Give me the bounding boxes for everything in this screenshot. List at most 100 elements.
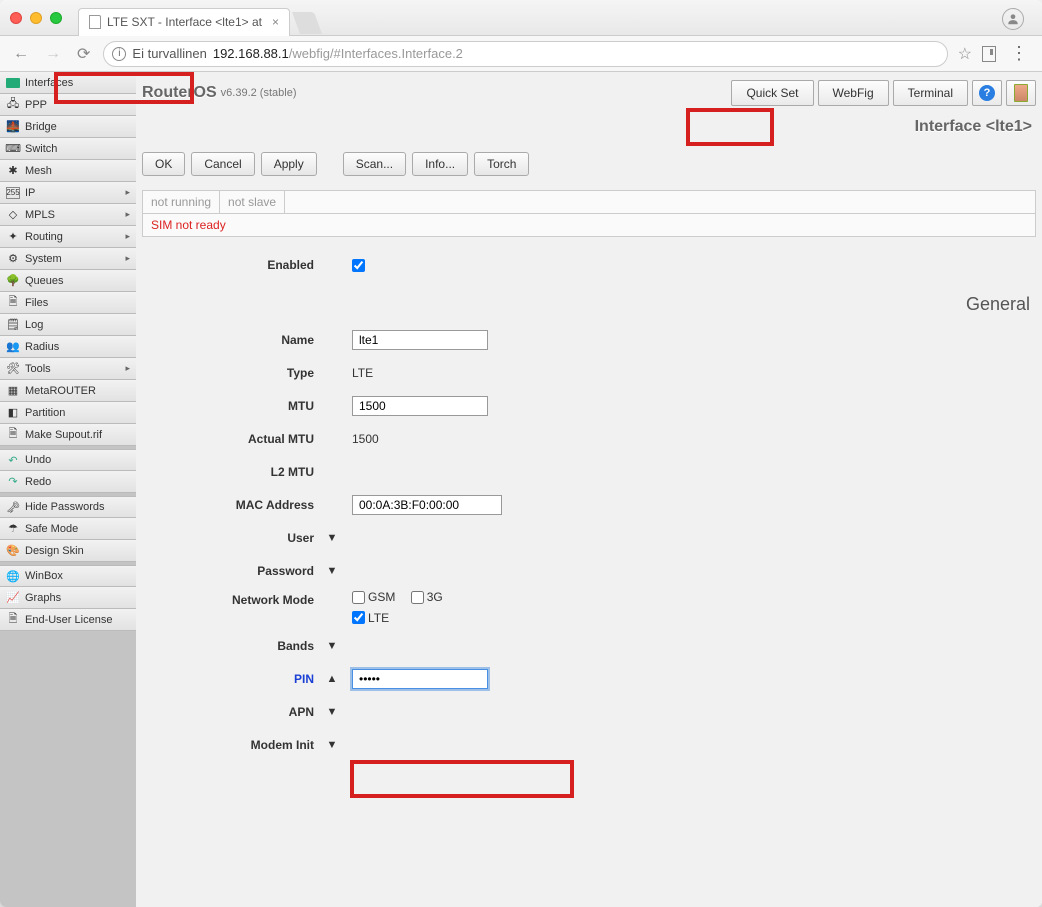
sidebar-item-routing[interactable]: ✦ Routing ▸ (0, 226, 136, 248)
pin-input[interactable] (352, 669, 488, 689)
submenu-arrow-icon: ▸ (125, 231, 130, 242)
main-panel: RouterOS v6.39.2 (stable) Quick Set WebF… (136, 72, 1042, 907)
sidebar-item-license[interactable]: 🗎 End-User License (0, 609, 136, 631)
back-button[interactable]: ← (10, 45, 32, 63)
profile-avatar-icon[interactable] (1002, 8, 1024, 30)
window-minimize-button[interactable] (30, 12, 42, 24)
sidebar-item-metarouter[interactable]: ▦ MetaROUTER (0, 380, 136, 402)
sidebar-item-label: PPP (25, 99, 47, 111)
supout-icon: 🗎 (6, 429, 20, 441)
expand-caret-icon[interactable]: ▼ (322, 706, 342, 718)
sidebar-item-label: Graphs (25, 592, 61, 604)
terminal-button[interactable]: Terminal (893, 80, 968, 106)
sidebar-item-supout[interactable]: 🗎 Make Supout.rif (0, 424, 136, 446)
page-title: Interface <lte1> (142, 112, 1036, 146)
sidebar-item-graphs[interactable]: 📈 Graphs (0, 587, 136, 609)
mtu-input[interactable] (352, 396, 488, 416)
logout-button[interactable] (1006, 80, 1036, 106)
quickset-button[interactable]: Quick Set (731, 80, 813, 106)
tab-close-icon[interactable]: × (272, 15, 279, 29)
sidebar-item-design-skin[interactable]: 🎨 Design Skin (0, 540, 136, 562)
scan-button[interactable]: Scan... (343, 152, 406, 176)
new-tab-button[interactable] (292, 12, 322, 34)
expand-caret-icon[interactable]: ▼ (322, 640, 342, 652)
sidebar-item-ip[interactable]: 255 IP ▸ (0, 182, 136, 204)
sidebar-item-label: Radius (25, 341, 59, 353)
info-button[interactable]: Info... (412, 152, 468, 176)
browser-tab[interactable]: LTE SXT - Interface <lte1> at × (78, 8, 290, 36)
undo-icon: ↶ (6, 454, 20, 466)
design-skin-icon: 🎨 (6, 545, 20, 557)
sidebar-item-safe-mode[interactable]: ☂ Safe Mode (0, 518, 136, 540)
sidebar-item-interfaces[interactable]: Interfaces (0, 72, 136, 94)
window-close-button[interactable] (10, 12, 22, 24)
ok-button[interactable]: OK (142, 152, 185, 176)
netmode-3g-label: 3G (427, 590, 443, 604)
forward-button[interactable]: → (42, 45, 64, 63)
help-button[interactable]: ? (972, 80, 1002, 106)
url-host: 192.168.88.1 (213, 46, 289, 61)
sidebar-item-hide-passwords[interactable]: 🗝 Hide Passwords (0, 496, 136, 518)
sidebar-item-ppp[interactable]: 🖧 PPP (0, 94, 136, 116)
tab-title: LTE SXT - Interface <lte1> at (107, 15, 262, 29)
sidebar-item-switch[interactable]: ⌨ Switch (0, 138, 136, 160)
netmode-gsm-checkbox[interactable] (352, 591, 365, 604)
sidebar-item-radius[interactable]: 👥 Radius (0, 336, 136, 358)
sidebar-item-label: Mesh (25, 165, 52, 177)
expand-caret-icon[interactable]: ▼ (322, 739, 342, 751)
torch-button[interactable]: Torch (474, 152, 529, 176)
netmode-3g-checkbox[interactable] (411, 591, 424, 604)
header-row: RouterOS v6.39.2 (stable) Quick Set WebF… (142, 78, 1036, 108)
reading-list-icon[interactable] (982, 46, 996, 62)
sidebar-item-mesh[interactable]: ✱ Mesh (0, 160, 136, 182)
sidebar-item-label: Make Supout.rif (25, 429, 102, 441)
site-info-icon[interactable]: i (112, 47, 126, 61)
sidebar-item-files[interactable]: 🗎 Files (0, 292, 136, 314)
cancel-button[interactable]: Cancel (191, 152, 254, 176)
sidebar-item-log[interactable]: 🗒 Log (0, 314, 136, 336)
status-running: not running (143, 191, 220, 213)
winbox-icon: 🌐 (6, 570, 20, 582)
actual-mtu-value: 1500 (342, 432, 379, 446)
sidebar-item-undo[interactable]: ↶ Undo (0, 449, 136, 471)
system-icon: ⚙ (6, 253, 20, 265)
bookmark-star-icon[interactable]: ☆ (958, 44, 972, 64)
sidebar-item-bridge[interactable]: 🌉 Bridge (0, 116, 136, 138)
security-label: Ei turvallinen (132, 46, 206, 61)
browser-menu-icon[interactable]: ⋮ (1006, 43, 1032, 64)
radius-icon: 👥 (6, 341, 20, 353)
window-maximize-button[interactable] (50, 12, 62, 24)
l2mtu-label: L2 MTU (142, 465, 322, 479)
expand-caret-icon[interactable]: ▼ (322, 565, 342, 577)
help-icon: ? (979, 85, 995, 101)
sidebar-item-tools[interactable]: 🛠 Tools ▸ (0, 358, 136, 380)
sidebar-item-queues[interactable]: 🌳 Queues (0, 270, 136, 292)
enabled-checkbox[interactable] (352, 259, 365, 272)
sidebar-item-partition[interactable]: ◧ Partition (0, 402, 136, 424)
sidebar-item-label: WinBox (25, 570, 63, 582)
brand-version: v6.39.2 (stable) (221, 87, 297, 99)
sidebar-item-label: Interfaces (25, 77, 73, 89)
sidebar-item-mpls[interactable]: ◇ MPLS ▸ (0, 204, 136, 226)
sidebar-item-label: Bridge (25, 121, 57, 133)
sidebar-item-label: MPLS (25, 209, 55, 221)
netmode-lte-checkbox[interactable] (352, 611, 365, 624)
mac-input[interactable] (352, 495, 502, 515)
expand-caret-icon[interactable]: ▼ (322, 532, 342, 544)
sidebar-item-system[interactable]: ⚙ System ▸ (0, 248, 136, 270)
sidebar-item-label: Partition (25, 407, 65, 419)
address-bar[interactable]: i Ei turvallinen 192.168.88.1 /webfig/#I… (103, 41, 947, 67)
submenu-arrow-icon: ▸ (125, 209, 130, 220)
reload-button[interactable]: ⟳ (74, 44, 93, 64)
apply-button[interactable]: Apply (261, 152, 317, 176)
sidebar-item-label: Redo (25, 476, 51, 488)
webfig-button[interactable]: WebFig (818, 80, 889, 106)
sidebar-item-label: Tools (25, 363, 51, 375)
switch-icon: ⌨ (6, 143, 20, 155)
name-input[interactable] (352, 330, 488, 350)
sidebar-item-redo[interactable]: ↷ Redo (0, 471, 136, 493)
sidebar-item-winbox[interactable]: 🌐 WinBox (0, 565, 136, 587)
sidebar-item-label: System (25, 253, 62, 265)
collapse-caret-icon[interactable]: ▲ (322, 673, 342, 685)
graphs-icon: 📈 (6, 592, 20, 604)
